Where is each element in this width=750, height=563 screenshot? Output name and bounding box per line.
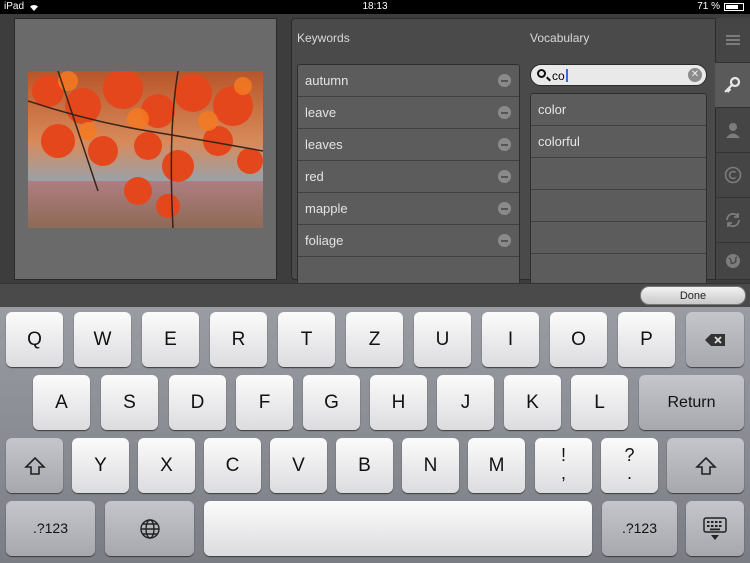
key-x[interactable]: X — [138, 438, 195, 493]
search-icon — [537, 69, 546, 78]
numbers-key-right[interactable]: .?123 — [602, 501, 677, 556]
battery-icon — [724, 3, 744, 11]
keyword-row[interactable]: leaves — [298, 129, 519, 161]
key-a[interactable]: A — [33, 375, 90, 430]
shift-key-right[interactable] — [667, 438, 744, 493]
list-icon — [726, 35, 740, 45]
vocabulary-title: Vocabulary — [530, 31, 590, 45]
key-f[interactable]: F — [236, 375, 293, 430]
space-key[interactable] — [204, 501, 592, 556]
vocabulary-row-empty[interactable] — [531, 190, 706, 222]
sync-icon — [726, 212, 740, 228]
hide-keyboard-key[interactable] — [686, 501, 744, 556]
key-question-period[interactable]: ? . — [601, 438, 658, 493]
photo-panel — [14, 18, 277, 280]
key-t[interactable]: T — [278, 312, 335, 367]
keywords-vocabulary-panel: Keywords autumn leave leaves red mapple … — [291, 18, 715, 290]
keyword-row[interactable]: autumn — [298, 65, 519, 97]
key-m[interactable]: M — [468, 438, 525, 493]
search-value: co — [552, 69, 565, 83]
backspace-icon — [705, 333, 725, 346]
keyword-row[interactable]: leave — [298, 97, 519, 129]
vocabulary-row[interactable]: color — [531, 94, 706, 126]
key-j[interactable]: J — [437, 375, 494, 430]
tab-copyright[interactable] — [715, 153, 750, 198]
tab-sync[interactable] — [715, 198, 750, 243]
return-key[interactable]: Return — [639, 375, 744, 430]
globe-icon — [139, 518, 160, 539]
clock: 18:13 — [362, 1, 388, 12]
key-z[interactable]: Z — [346, 312, 403, 367]
photo-thumbnail[interactable] — [28, 71, 263, 228]
tab-list[interactable] — [715, 18, 750, 63]
shift-icon — [23, 456, 46, 475]
vocabulary-row-empty[interactable] — [531, 254, 706, 286]
backspace-key[interactable] — [686, 312, 744, 367]
key-exclamation-comma[interactable]: ! , — [535, 438, 592, 493]
key-k[interactable]: K — [504, 375, 561, 430]
key-r[interactable]: R — [210, 312, 267, 367]
keywords-list: autumn leave leaves red mapple foliage — [297, 64, 520, 290]
remove-icon[interactable] — [498, 106, 511, 119]
tab-globe[interactable] — [715, 243, 750, 280]
key-y[interactable]: Y — [72, 438, 129, 493]
key-c[interactable]: C — [204, 438, 261, 493]
vocabulary-row-empty[interactable] — [531, 222, 706, 254]
text-caret — [565, 69, 568, 82]
battery-percent: 71 % — [697, 1, 720, 12]
key-h[interactable]: H — [370, 375, 427, 430]
key-w[interactable]: W — [74, 312, 131, 367]
keyword-row[interactable]: mapple — [298, 193, 519, 225]
keyword-row[interactable]: red — [298, 161, 519, 193]
keyboard-accessory-bar: Done — [0, 283, 750, 307]
vocabulary-list: color colorful — [530, 93, 707, 289]
key-icon — [724, 76, 741, 93]
key-d[interactable]: D — [169, 375, 226, 430]
status-bar: iPad 18:13 71 % — [0, 0, 750, 14]
remove-icon[interactable] — [498, 234, 511, 247]
key-l[interactable]: L — [571, 375, 628, 430]
keyword-row[interactable]: foliage — [298, 225, 519, 257]
hide-keyboard-icon — [703, 516, 727, 540]
key-i[interactable]: I — [482, 312, 539, 367]
sidebar-tabs — [715, 18, 750, 280]
remove-icon[interactable] — [498, 138, 511, 151]
app-area: Keywords autumn leave leaves red mapple … — [0, 14, 750, 290]
keywords-title: Keywords — [297, 31, 350, 45]
remove-icon[interactable] — [498, 202, 511, 215]
globe-icon — [726, 254, 740, 268]
key-q[interactable]: Q — [6, 312, 63, 367]
vocabulary-row-empty[interactable] — [531, 158, 706, 190]
key-u[interactable]: U — [414, 312, 471, 367]
key-b[interactable]: B — [336, 438, 393, 493]
globe-key[interactable] — [105, 501, 194, 556]
tab-keywords[interactable] — [715, 63, 750, 108]
tab-person[interactable] — [715, 108, 750, 153]
person-icon — [726, 123, 740, 138]
remove-icon[interactable] — [498, 170, 511, 183]
vocabulary-row[interactable]: colorful — [531, 126, 706, 158]
done-button[interactable]: Done — [640, 286, 746, 305]
key-e[interactable]: E — [142, 312, 199, 367]
key-s[interactable]: S — [101, 375, 158, 430]
key-n[interactable]: N — [402, 438, 459, 493]
vocabulary-search-input[interactable]: co ✕ — [530, 64, 707, 86]
key-v[interactable]: V — [270, 438, 327, 493]
key-g[interactable]: G — [303, 375, 360, 430]
clear-icon[interactable]: ✕ — [688, 68, 702, 82]
shift-key-left[interactable] — [6, 438, 63, 493]
numbers-key-left[interactable]: .?123 — [6, 501, 95, 556]
shift-icon — [694, 456, 717, 475]
remove-icon[interactable] — [498, 74, 511, 87]
onscreen-keyboard: Q W E R T Z U I O P A S D F G H J K L Re… — [0, 307, 750, 563]
key-o[interactable]: O — [550, 312, 607, 367]
key-p[interactable]: P — [618, 312, 675, 367]
copyright-icon — [724, 166, 742, 184]
